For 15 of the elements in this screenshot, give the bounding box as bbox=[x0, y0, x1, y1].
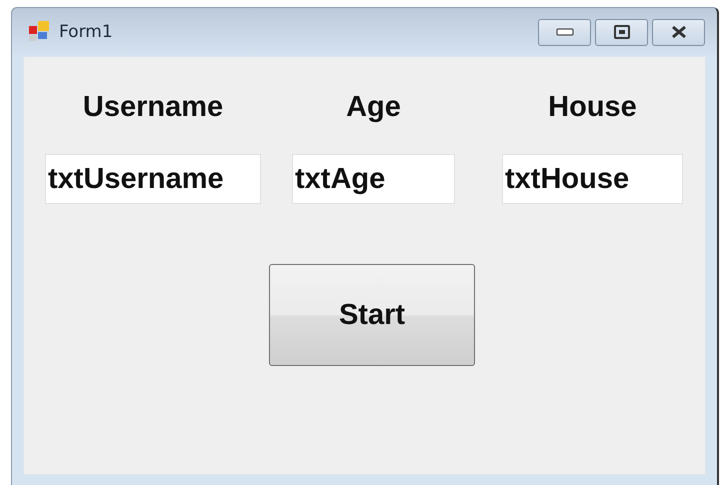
close-button[interactable] bbox=[652, 18, 705, 46]
field-label: Age bbox=[346, 90, 401, 125]
close-icon bbox=[670, 25, 688, 39]
window-title: Form1 bbox=[59, 22, 113, 42]
input-field[interactable]: txtAge bbox=[292, 154, 455, 204]
input-field[interactable]: txtUsername bbox=[45, 154, 261, 204]
minimize-button[interactable] bbox=[538, 18, 591, 46]
field-label: Username bbox=[82, 90, 224, 125]
maximize-icon bbox=[614, 25, 630, 39]
start-button[interactable]: Start bbox=[269, 264, 475, 366]
maximize-button[interactable] bbox=[595, 18, 648, 46]
form-icon bbox=[29, 21, 51, 43]
field-label: House bbox=[548, 90, 637, 125]
input-field[interactable]: txtHouse bbox=[502, 154, 683, 204]
minimize-icon bbox=[556, 28, 574, 36]
